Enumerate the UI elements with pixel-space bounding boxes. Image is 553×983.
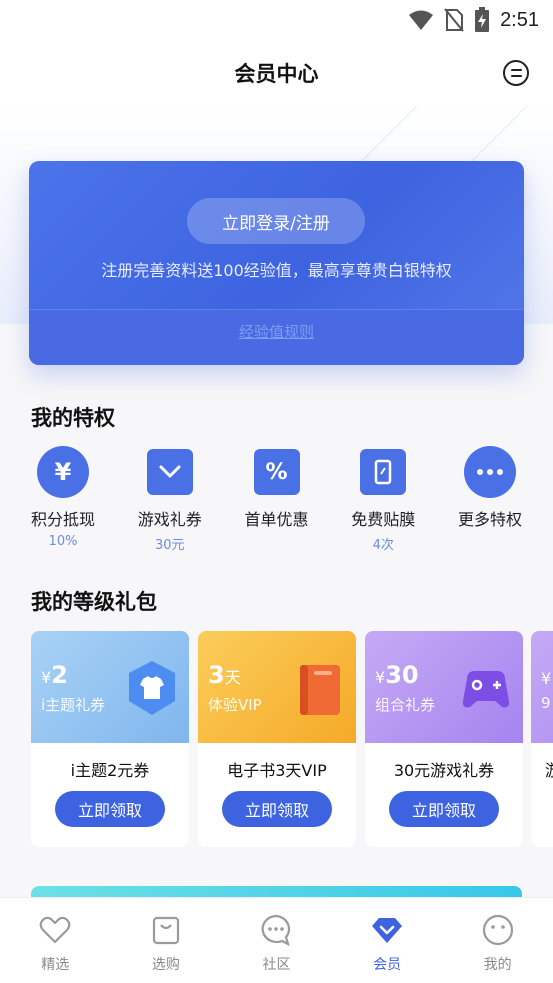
- shopping-bag-icon: [152, 916, 179, 945]
- tab-membership[interactable]: 会员: [332, 898, 443, 983]
- status-time: 2:51: [500, 8, 539, 31]
- privilege-game-coupon[interactable]: 游戏礼券 30元: [117, 446, 223, 566]
- level-gifts-title: 我的等级礼包: [31, 590, 157, 614]
- privilege-value: 4次: [372, 538, 394, 553]
- claim-button[interactable]: 立即领取: [222, 791, 332, 827]
- privilege-value: 10%: [48, 534, 78, 549]
- message-icon: [510, 69, 522, 71]
- no-sim-icon: [444, 8, 464, 32]
- privileges-title: 我的特权: [31, 406, 115, 430]
- gift-name: 30元游戏礼券: [393, 761, 495, 780]
- gift-name: 游: [531, 757, 553, 781]
- gift-amount: ¥: [541, 669, 552, 688]
- gift-tag: i主题礼券: [41, 696, 106, 714]
- privilege-label: 游戏礼券: [137, 510, 202, 529]
- message-button[interactable]: [503, 60, 529, 86]
- privileges-list: ¥ 积分抵现 10% 游戏礼券 30元 % 首单优惠 免费贴膜 4次 更多特权: [10, 446, 543, 566]
- login-description: 注册完善资料送100经验值，最高享尊贵白银特权: [101, 261, 452, 280]
- gift-tag: 体验VIP: [208, 696, 262, 714]
- privilege-more[interactable]: 更多特权: [437, 446, 543, 566]
- privilege-label: 免费贴膜: [351, 510, 416, 529]
- privilege-label: 首单优惠: [244, 510, 309, 529]
- gift-card: ¥2 i主题礼券 i主题2元券 立即领取: [31, 631, 189, 847]
- diamond-icon: [372, 918, 403, 943]
- gift-card: 3天 体验VIP 电子书3天VIP 立即领取: [198, 631, 356, 847]
- gift-carousel[interactable]: ¥2 i主题礼券 i主题2元券 立即领取 3天 体验VIP 电子书3天VIP 立…: [31, 631, 553, 847]
- yen-icon: ¥: [37, 446, 89, 498]
- gift-name: 电子书3天VIP: [227, 761, 327, 780]
- login-register-button[interactable]: 立即登录/注册: [187, 198, 365, 244]
- gift-tag: 9: [541, 694, 551, 712]
- privilege-label: 积分抵现: [30, 510, 95, 529]
- app-header: 会员中心: [0, 40, 553, 106]
- page-title: 会员中心: [234, 62, 319, 86]
- smile-face-icon: [482, 914, 513, 946]
- gift-card: ¥30 组合礼券 30元游戏礼券 立即领取: [365, 631, 523, 847]
- gift-amount: 3: [208, 661, 225, 689]
- gamepad-icon: [462, 671, 510, 708]
- gift-amount: 30: [385, 661, 419, 689]
- tshirt-icon: [129, 661, 175, 715]
- coupon-chevron-icon: [146, 449, 193, 495]
- gift-card: ¥ 9 游: [531, 631, 553, 847]
- more-dots-icon: [464, 446, 516, 498]
- status-bar: 2:51: [0, 0, 553, 40]
- privilege-label: 更多特权: [457, 510, 522, 529]
- gift-amount: 2: [51, 661, 68, 689]
- privilege-free-film[interactable]: 免费贴膜 4次: [330, 446, 436, 566]
- wifi-icon: [409, 10, 434, 30]
- percent-icon: %: [253, 449, 300, 495]
- privilege-first-order[interactable]: % 首单优惠: [224, 446, 330, 566]
- chat-bubble-icon: [262, 914, 291, 947]
- book-icon: [300, 665, 340, 715]
- tab-mine[interactable]: 我的: [442, 898, 553, 983]
- tab-community[interactable]: 社区: [221, 898, 332, 983]
- bottom-tab-bar: 精选 选购 社区 会员 我的: [0, 897, 553, 983]
- privilege-value: 30元: [154, 538, 185, 553]
- claim-button[interactable]: 立即领取: [55, 791, 165, 827]
- gift-name: i主题2元券: [70, 761, 150, 780]
- claim-button[interactable]: 立即领取: [389, 791, 499, 827]
- tab-featured[interactable]: 精选: [0, 898, 111, 983]
- login-card: 立即登录/注册 注册完善资料送100经验值，最高享尊贵白银特权 经验值规则: [29, 161, 524, 365]
- gift-tag: 组合礼券: [375, 696, 436, 714]
- battery-charging-icon: [475, 7, 490, 32]
- phone-film-icon: [360, 449, 407, 495]
- tab-shop[interactable]: 选购: [111, 898, 222, 983]
- experience-rules-link[interactable]: 经验值规则: [29, 321, 524, 342]
- privilege-points-cash[interactable]: ¥ 积分抵现 10%: [10, 446, 116, 566]
- heart-icon: [39, 916, 71, 944]
